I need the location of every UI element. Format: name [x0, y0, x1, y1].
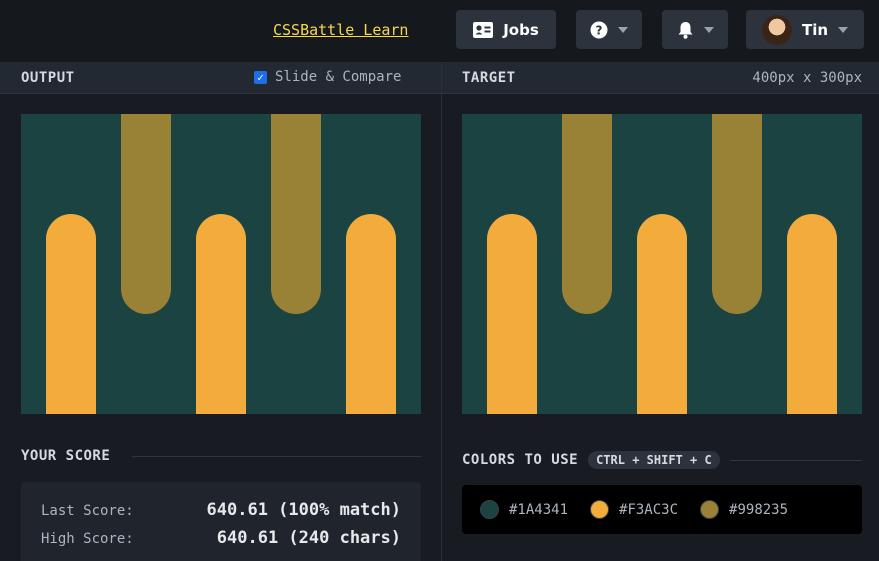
color-hex: #F3AC3C [619, 501, 679, 518]
panel-divider[interactable] [441, 62, 442, 561]
chevron-down-icon [703, 26, 714, 33]
target-title: TARGET [462, 70, 516, 86]
jobs-label: Jobs [503, 20, 539, 39]
target-panel-header: TARGET 400px x 300px [442, 62, 879, 94]
last-score-row: Last Score: 640.61 (100% match) [41, 500, 401, 520]
colors-heading: COLORS TO USE [462, 452, 579, 468]
olive-pillar [121, 114, 171, 314]
target-preview [462, 114, 862, 414]
help-circle-icon: ? [590, 21, 608, 38]
score-header: YOUR SCORE [21, 448, 421, 464]
top-bar: CSSBattle Learn Jobs ? Tin [0, 0, 879, 62]
svg-text:?: ? [596, 23, 603, 37]
color-swatch [480, 500, 499, 519]
bell-icon [678, 21, 692, 39]
olive-pillar [271, 114, 321, 314]
color-chip[interactable]: #F3AC3C [590, 500, 678, 519]
color-hex: #998235 [729, 501, 789, 518]
slide-compare-label: Slide & Compare [275, 69, 402, 85]
score-heading: YOUR SCORE [21, 448, 111, 464]
colors-header: COLORS TO USE CTRL + SHIFT + C [462, 451, 862, 469]
target-dimensions: 400px x 300px [752, 70, 862, 86]
last-score-value: 640.61 (100% match) [206, 500, 401, 520]
divider [729, 459, 862, 461]
help-menu-button[interactable]: ? [576, 10, 642, 49]
orange-pillar [46, 214, 96, 414]
notifications-button[interactable] [662, 10, 728, 49]
high-score-label: High Score: [41, 531, 134, 547]
user-menu-button[interactable]: Tin [746, 10, 864, 49]
avatar [761, 14, 792, 45]
orange-pillar [196, 214, 246, 414]
output-panel-header: OUTPUT ✓ Slide & Compare [0, 62, 441, 94]
orange-pillar [487, 214, 537, 414]
score-card: Last Score: 640.61 (100% match) High Sco… [21, 482, 421, 561]
color-swatch [590, 500, 610, 519]
color-swatch [700, 500, 720, 519]
user-name: Tin [801, 20, 829, 39]
chevron-down-icon [838, 26, 849, 33]
orange-pillar [346, 214, 396, 414]
olive-pillar [712, 114, 762, 314]
divider [132, 455, 421, 457]
cssbattle-learn-link[interactable]: CSSBattle Learn [273, 21, 408, 39]
id-card-icon [473, 21, 494, 38]
color-chip[interactable]: #998235 [700, 500, 788, 519]
copy-colors-shortcut: CTRL + SHIFT + C [588, 451, 720, 469]
orange-pillar [787, 214, 837, 414]
orange-pillar [637, 214, 687, 414]
color-palette: #1A4341 #F3AC3C #998235 [462, 485, 862, 534]
color-hex: #1A4341 [509, 501, 569, 518]
high-score-row: High Score: 640.61 (240 chars) [41, 528, 401, 548]
olive-pillar [562, 114, 612, 314]
output-preview[interactable] [21, 114, 421, 414]
slide-compare-toggle[interactable]: ✓ Slide & Compare [254, 69, 401, 85]
chevron-down-icon [618, 26, 628, 33]
last-score-label: Last Score: [41, 503, 134, 519]
high-score-value: 640.61 (240 chars) [216, 528, 401, 548]
jobs-button[interactable]: Jobs [456, 10, 556, 49]
color-chip[interactable]: #1A4341 [480, 500, 568, 519]
slide-compare-checkbox[interactable]: ✓ [254, 70, 267, 84]
output-title: OUTPUT [21, 70, 75, 86]
